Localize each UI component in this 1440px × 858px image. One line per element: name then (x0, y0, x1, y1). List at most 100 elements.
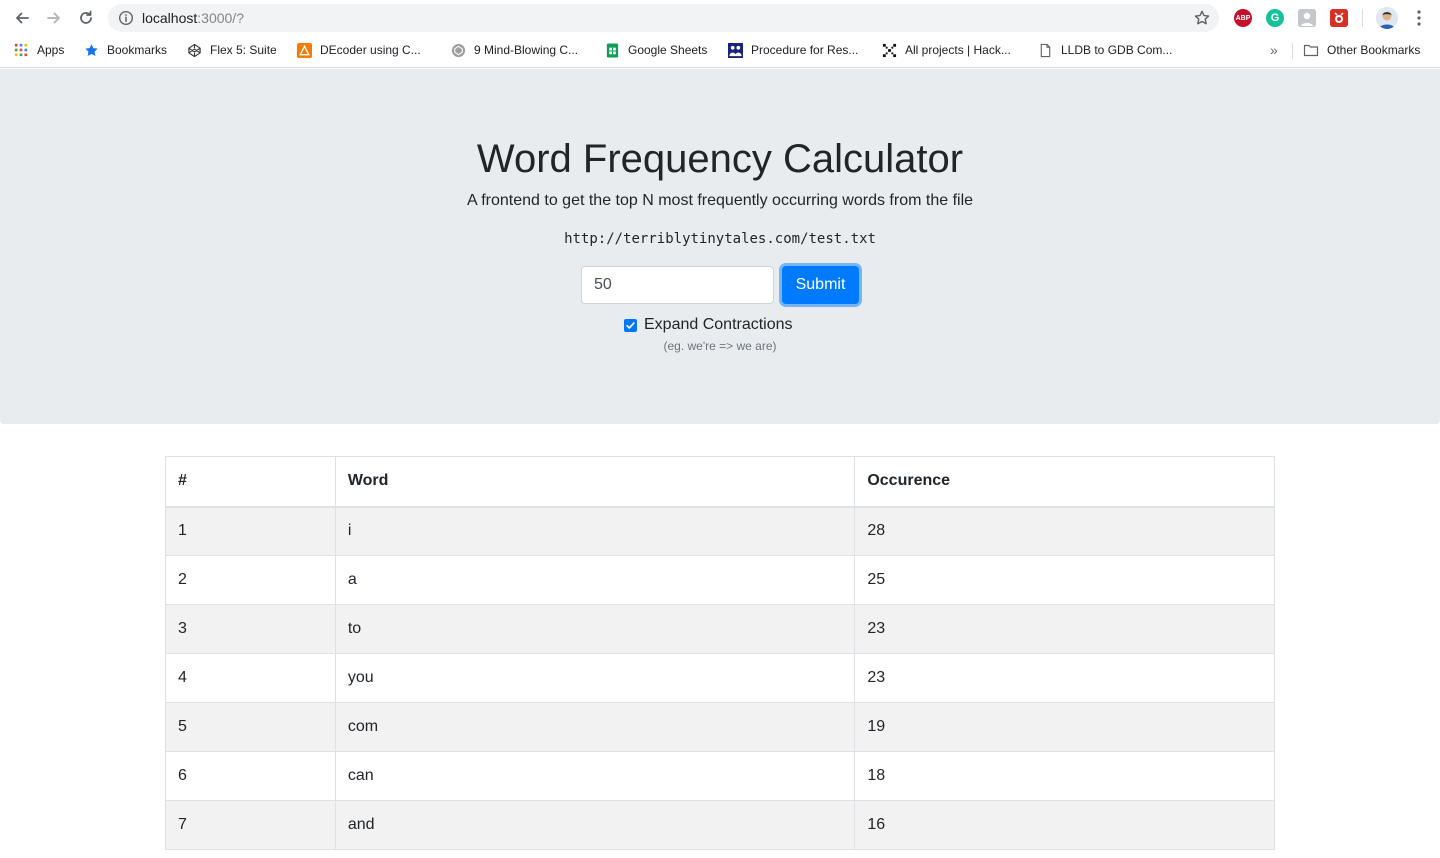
bookmark-label: 9 Mind-Blowing C... (474, 43, 579, 57)
word-cell: com (334, 702, 856, 752)
bookmark-label: Apps (37, 43, 65, 57)
submit-button[interactable]: Submit (782, 266, 859, 304)
column-header-occurrence: Occurence (854, 456, 1275, 508)
word-cell: i (334, 506, 856, 556)
back-button[interactable] (11, 7, 33, 29)
hero-section: Word Frequency Calculator A frontend to … (0, 69, 1440, 424)
url-path: :3000/? (197, 10, 244, 26)
top-n-input[interactable]: 50 (581, 266, 774, 304)
codepen-icon (450, 42, 466, 58)
page-title: Word Frequency Calculator (476, 137, 964, 181)
word-cell: and (334, 800, 856, 850)
rank-cell: 2 (165, 555, 336, 605)
table-row: 2 a 25 (165, 555, 1275, 605)
rank-cell: 5 (165, 702, 336, 752)
arrow-left-icon (16, 12, 29, 24)
expand-contractions-option[interactable]: Expand Contractions (624, 315, 793, 335)
bookmark-label: All projects | Hack... (905, 43, 1011, 57)
grammarly-extension-icon[interactable]: G (1266, 9, 1284, 27)
hackaday-icon (881, 42, 897, 58)
source-file-url: http://terriblytinytales.com/test.txt (564, 231, 876, 247)
bookmark-other-bookmarks[interactable]: Other Bookmarks (1303, 36, 1420, 64)
bookmark-label: Other Bookmarks (1327, 43, 1421, 57)
bookmark-bookmarks[interactable]: Bookmarks (83, 36, 167, 64)
bookmark-decoder[interactable]: DEcoder using C... (296, 36, 421, 64)
rank-cell: 3 (165, 604, 336, 654)
profile-avatar[interactable] (1376, 7, 1398, 29)
expand-contractions-label[interactable]: Expand Contractions (644, 315, 793, 335)
table-row: 3 to 23 (165, 604, 1275, 654)
rank-cell: 1 (165, 506, 336, 556)
word-cell: a (334, 555, 856, 605)
occurrence-cell: 28 (854, 506, 1275, 556)
browser-toolbar: localhost:3000/? ABP G (0, 0, 1440, 36)
avatar-icon (1376, 7, 1398, 29)
occurrence-cell: 23 (854, 604, 1275, 654)
table-header-row: # Word Occurence (165, 456, 1275, 508)
red-extension-icon[interactable] (1330, 9, 1348, 27)
forward-button[interactable] (43, 7, 65, 29)
reload-button[interactable] (75, 7, 97, 29)
person-photo-icon (1298, 9, 1316, 27)
contractions-hint: (eg. we're => we are) (663, 339, 777, 353)
bookmark-hackaday[interactable]: All projects | Hack... (881, 36, 1011, 64)
table-row: 4 you 23 (165, 653, 1275, 703)
bug-icon (1330, 9, 1348, 27)
bookmarks-overflow-chevron-icon[interactable]: » (1270, 42, 1278, 58)
column-header-rank: # (165, 456, 336, 508)
url-host: localhost (142, 10, 198, 26)
bookmark-google-sheets[interactable]: Google Sheets (604, 36, 707, 64)
table-row: 5 com 19 (165, 702, 1275, 752)
info-icon[interactable] (118, 10, 134, 26)
page-lead: A frontend to get the top N most frequen… (466, 192, 974, 209)
occurrence-cell: 23 (854, 653, 1275, 703)
bookmark-apps[interactable]: Apps (13, 36, 64, 64)
bookmarks-bar: Apps Bookmarks Flex 5: Suite DEcoder usi… (0, 36, 1440, 68)
bookmark-procedure[interactable]: Procedure for Res... (727, 36, 858, 64)
bookmark-label: Flex 5: Suite (210, 43, 277, 57)
url-text[interactable]: localhost:3000/? (142, 4, 244, 32)
bookmark-label: LLDB to GDB Com... (1061, 43, 1173, 57)
orange-triangle-icon (296, 42, 312, 58)
bookmark-mind-blowing[interactable]: 9 Mind-Blowing C... (450, 36, 578, 64)
reload-icon (80, 10, 92, 24)
address-bar[interactable]: localhost:3000/? (108, 4, 1219, 32)
word-frequency-table: # Word Occurence 1 i 28 2 a 25 3 to 23 4… (165, 456, 1275, 850)
adblock-extension-icon[interactable]: ABP (1234, 9, 1252, 27)
occurrence-cell: 25 (854, 555, 1275, 605)
bookmark-label: Google Sheets (628, 43, 708, 57)
column-header-word: Word (334, 456, 856, 508)
table-row: 7 and 16 (165, 800, 1275, 850)
document-icon (1037, 42, 1053, 58)
folder-icon (1303, 42, 1319, 58)
people-icon (727, 42, 743, 58)
toolbar-separator (1362, 9, 1363, 27)
apps-grid-icon (13, 42, 29, 58)
sheets-icon (604, 42, 620, 58)
bookmark-label: Procedure for Res... (751, 43, 859, 57)
photo-extension-icon[interactable] (1298, 9, 1316, 27)
rank-cell: 6 (165, 751, 336, 801)
arrow-right-icon (47, 12, 60, 24)
grammarly-label: G (1270, 12, 1280, 24)
expand-contractions-checkbox[interactable] (624, 318, 637, 332)
occurrence-cell: 16 (854, 800, 1275, 850)
bookmark-lldb[interactable]: LLDB to GDB Com... (1037, 36, 1172, 64)
occurrence-cell: 18 (854, 751, 1275, 801)
star-icon (83, 42, 99, 58)
adblock-label: ABP (1235, 14, 1251, 22)
bookmark-label: DEcoder using C... (320, 43, 421, 57)
word-cell: can (334, 751, 856, 801)
occurrence-cell: 19 (854, 702, 1275, 752)
bookmark-flex5[interactable]: Flex 5: Suite (186, 36, 277, 64)
rank-cell: 4 (165, 653, 336, 703)
codepen-icon (186, 42, 202, 58)
bookmark-star-icon[interactable] (1193, 9, 1211, 27)
table-row: 1 i 28 (165, 506, 1275, 556)
rank-cell: 7 (165, 800, 336, 850)
word-cell: to (334, 604, 856, 654)
word-cell: you (334, 653, 856, 703)
table-row: 6 can 18 (165, 751, 1275, 801)
bookmarks-separator (1292, 43, 1293, 59)
more-menu-icon[interactable] (1409, 8, 1429, 28)
